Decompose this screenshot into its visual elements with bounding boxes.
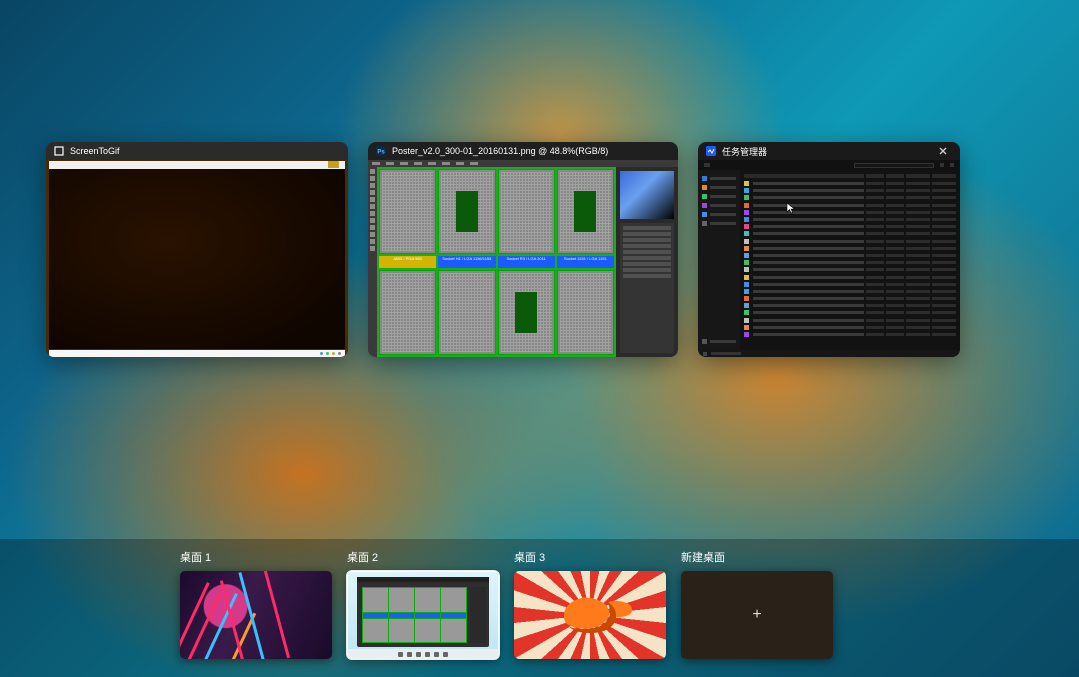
cursor-icon — [786, 202, 796, 214]
desktop-thumb — [180, 571, 332, 659]
s2g-canvas — [49, 169, 345, 349]
ps-panels — [616, 167, 678, 357]
photoshop-icon: Ps — [376, 146, 386, 156]
window-titlebar: ScreenToGif — [46, 142, 348, 160]
tm-sidebar — [698, 170, 740, 350]
socket-label: Socket H1 / LGA 1156/1155 — [438, 256, 495, 268]
s2g-top-chrome — [49, 161, 345, 169]
desktop-1[interactable]: 桌面 1 — [180, 549, 332, 659]
ps-color-picker — [620, 171, 674, 219]
open-windows-row: ScreenToGif Ps Poster_v2.0_300-01_201601… — [46, 142, 1033, 357]
socket-label: Socket 1151 / LGA 1151 — [557, 256, 614, 268]
ps-layers-panel — [620, 223, 674, 353]
virtual-desktop-strip: 桌面 1 桌面 2 桌面 3 新建桌面 + — [0, 539, 1079, 677]
task-manager-icon — [706, 146, 716, 156]
app-icon — [54, 146, 64, 156]
desktop-3[interactable]: 桌面 3 — [514, 549, 666, 659]
tm-statusbar — [698, 350, 960, 357]
desktop-thumb — [514, 571, 666, 659]
window-thumb-screentogif[interactable]: ScreenToGif — [46, 142, 348, 357]
ps-canvas: AMD / PGA 988 Socket H1 / LGA 1156/1155 … — [377, 167, 616, 357]
window-thumb-photoshop[interactable]: Ps Poster_v2.0_300-01_20160131.png @ 48.… — [368, 142, 678, 357]
window-title: ScreenToGif — [70, 146, 120, 156]
desktop-label: 桌面 3 — [514, 549, 666, 565]
window-preview — [698, 160, 960, 357]
close-button[interactable] — [934, 142, 952, 160]
window-preview: AMD / PGA 988 Socket H1 / LGA 1156/1155 … — [368, 160, 678, 357]
plus-icon: + — [752, 606, 761, 624]
socket-label: Socket R3 / LGA 2011 — [498, 256, 555, 268]
ps-menu-bar — [368, 160, 678, 167]
s2g-footer — [49, 350, 345, 357]
desktop-label: 新建桌面 — [681, 549, 833, 565]
desktop-label: 桌面 1 — [180, 549, 332, 565]
window-title: Poster_v2.0_300-01_20160131.png @ 48.8%(… — [392, 146, 608, 156]
window-title: 任务管理器 — [722, 145, 767, 158]
tm-toolbar — [698, 160, 960, 170]
window-titlebar: Ps Poster_v2.0_300-01_20160131.png @ 48.… — [368, 142, 678, 160]
new-desktop-button[interactable]: 新建桌面 + — [681, 549, 833, 659]
svg-text:Ps: Ps — [377, 150, 385, 156]
socket-label: AMD / PGA 988 — [379, 256, 436, 268]
desktop-thumb — [347, 571, 499, 659]
window-titlebar: 任务管理器 — [698, 142, 960, 160]
window-preview — [46, 160, 348, 357]
desktop-2[interactable]: 桌面 2 — [347, 549, 499, 659]
desktop-thumb: + — [681, 571, 833, 659]
desktop-label: 桌面 2 — [347, 549, 499, 565]
tm-search — [854, 163, 934, 168]
tm-process-table — [740, 170, 960, 350]
window-thumb-task-manager[interactable]: 任务管理器 — [698, 142, 960, 357]
ps-toolbox — [368, 167, 377, 357]
